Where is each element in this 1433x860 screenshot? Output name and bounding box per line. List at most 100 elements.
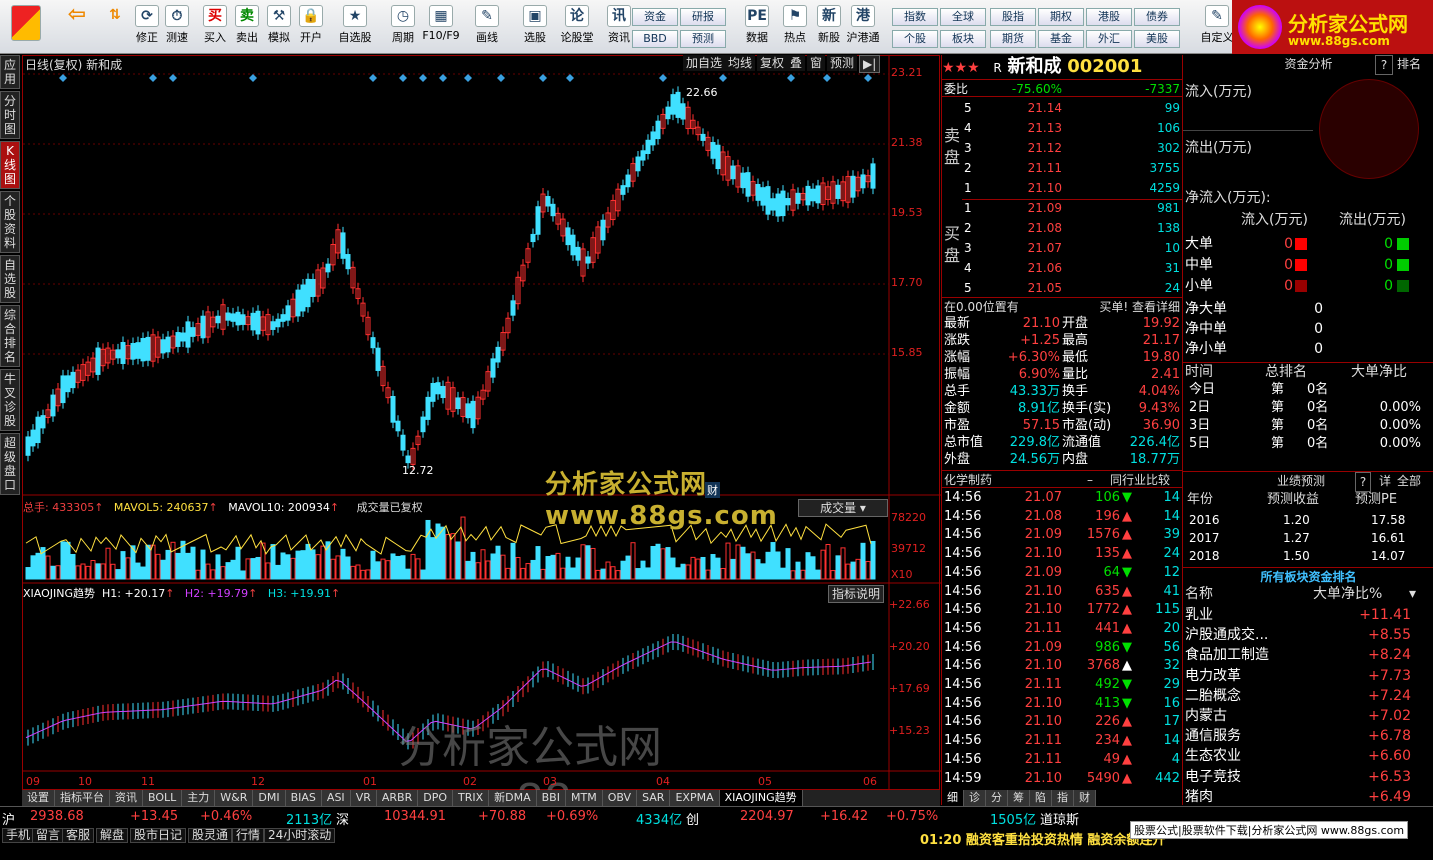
sort-icon[interactable]: ▾ (1409, 585, 1416, 603)
status-link-6[interactable]: 行情 (232, 828, 265, 843)
tab-14[interactable]: BBI (536, 790, 566, 806)
sector-row[interactable]: 猪肉 +6.49 (1183, 788, 1433, 806)
chart-btn-1[interactable]: 均线 (725, 55, 756, 71)
sector-row[interactable]: 电子竞技 +6.53 (1183, 768, 1433, 786)
chart-expand-icon[interactable]: ▶| (859, 55, 881, 73)
tab-16[interactable]: OBV (602, 790, 638, 806)
status-link-3[interactable]: 解盘 (96, 828, 129, 843)
sector-row[interactable]: 沪股通成交... +8.55 (1183, 626, 1433, 644)
chart-btn-3[interactable]: 叠 (787, 55, 806, 71)
quick-button-12[interactable]: 港股 (1086, 8, 1132, 26)
detail-tab-4[interactable]: 陷 (1030, 790, 1052, 806)
tab-15[interactable]: MTM (565, 790, 603, 806)
quick-button-8[interactable]: 股指 (990, 8, 1036, 26)
detail-tab-2[interactable]: 分 (986, 790, 1008, 806)
quick-button-5[interactable]: 个股 (892, 30, 938, 48)
quick-button-2[interactable]: 研报 (680, 8, 726, 26)
toolbar-item-10[interactable]: ▣ 选股 (514, 2, 556, 52)
quick-button-11[interactable]: 基金 (1038, 30, 1084, 48)
kline-chart-panel[interactable]: 日线(复权) 新和成 加自选 均线 复权叠窗预测 ▶| 23.21 21.38 19.53… (22, 55, 941, 826)
tab-12[interactable]: TRIX (452, 790, 490, 806)
ad-banner[interactable]: 股票公式|股票软件下载|分析家公式网 www.88gs.com (1130, 821, 1409, 839)
toolbar-item-8[interactable]: ▦ F10/F9 (420, 2, 462, 52)
volume-dropdown[interactable]: 成交量 ▾ (798, 499, 888, 517)
sidebar-item-7[interactable]: 超级盘口 (0, 433, 20, 495)
back-icon[interactable]: ⇦ (60, 2, 94, 52)
toolbar-item-16[interactable]: 港沪港通 (842, 2, 884, 52)
toolbar-item-6[interactable]: ★ 自选股 (334, 2, 376, 52)
tab-5[interactable]: W&R (215, 790, 254, 806)
toolbar-item-9[interactable]: ✎ 画线 (466, 2, 508, 52)
status-link-4[interactable]: 股市日记 (130, 828, 187, 843)
status-link-2[interactable]: 客服 (62, 828, 95, 843)
news-ticker[interactable]: 01:20 融资客重拾投资热情 融资余额连升 (920, 829, 1165, 848)
indicator-help-button[interactable]: 指标说明 (828, 585, 885, 603)
quick-button-7[interactable]: 板块 (940, 30, 986, 48)
tab-4[interactable]: 主力 (182, 790, 216, 806)
detail-tab-6[interactable]: 财 (1074, 790, 1096, 806)
status-link-1[interactable]: 留言 (32, 828, 65, 843)
sector-row[interactable]: 二胎概念 +7.24 (1183, 687, 1433, 705)
view-detail-link[interactable]: 买单! 查看详细 (1099, 298, 1180, 316)
sidebar-item-4[interactable]: 自选股 (0, 255, 20, 303)
sector-row[interactable]: 生态农业 +6.60 (1183, 747, 1433, 765)
quick-button-10[interactable]: 期权 (1038, 8, 1084, 26)
sector-row[interactable]: 乳业 +11.41 (1183, 606, 1433, 624)
sidebar-item-6[interactable]: 牛叉诊股 (0, 369, 20, 431)
sidebar-item-5[interactable]: 综合排名 (0, 305, 20, 367)
detail-tab-5[interactable]: 指 (1052, 790, 1074, 806)
updown-icon[interactable]: ⇅ (102, 2, 128, 52)
tab-8[interactable]: ASI (321, 790, 351, 806)
toolbar-item-1[interactable]: ⏱ 测速 (162, 2, 192, 52)
toolbar-item-11[interactable]: 论论股堂 (556, 2, 598, 52)
app-icon[interactable] (4, 2, 48, 52)
tab-9[interactable]: VR (350, 790, 377, 806)
tab-6[interactable]: DMI (253, 790, 286, 806)
toolbar-item-7[interactable]: ◷ 周期 (382, 2, 424, 52)
tab-13[interactable]: 新DMA (489, 790, 537, 806)
tab-17[interactable]: SAR (637, 790, 671, 806)
rank-button[interactable]: 排名 (1397, 55, 1421, 73)
toolbar-item-0[interactable]: ⟳ 修正 (132, 2, 162, 52)
quick-button-15[interactable]: 美股 (1134, 30, 1180, 48)
status-link-7[interactable]: 24小时滚动 (264, 828, 336, 843)
quick-button-1[interactable]: BBD (632, 30, 678, 48)
chart-btn-5[interactable]: 预测 (827, 55, 858, 71)
detail-tab-1[interactable]: 诊 (964, 790, 986, 806)
sector-row[interactable]: 内蒙古 +7.02 (1183, 707, 1433, 725)
tab-0[interactable]: 设置 (22, 790, 55, 806)
status-link-0[interactable]: 手机 (2, 828, 35, 843)
toolbar-item-13[interactable]: PE 数据 (736, 2, 778, 52)
tab-1[interactable]: 指标平台 (55, 790, 110, 806)
sector-row[interactable]: 食品加工制造 +8.24 (1183, 646, 1433, 664)
status-link-5[interactable]: 股灵通 (188, 828, 233, 843)
sector-row[interactable]: 通信服务 +6.78 (1183, 727, 1433, 745)
sidebar-item-3[interactable]: 个股资料 (0, 191, 20, 253)
quick-button-14[interactable]: 债券 (1134, 8, 1180, 26)
sidebar-item-0[interactable]: 应用 (0, 55, 20, 89)
quick-button-9[interactable]: 期货 (990, 30, 1036, 48)
sidebar-item-2[interactable]: K线图 (0, 141, 20, 189)
quick-button-0[interactable]: 资金 (632, 8, 678, 26)
tab-11[interactable]: DPO (418, 790, 453, 806)
sector-row[interactable]: 电力改革 +7.73 (1183, 667, 1433, 685)
chart-btn-4[interactable]: 窗 (807, 55, 826, 71)
tab-3[interactable]: BOLL (143, 790, 183, 806)
quick-button-3[interactable]: 预测 (680, 30, 726, 48)
tab-18[interactable]: EXPMA (670, 790, 720, 806)
industry-compare-button[interactable]: 同行业比较 (1110, 471, 1170, 489)
chart-btn-2[interactable]: 复权 (757, 55, 788, 71)
detail-tab-0[interactable]: 细 (942, 790, 964, 806)
toolbar-item-2[interactable]: 买买入 (200, 2, 230, 52)
toolbar-item-3[interactable]: 卖卖出 (232, 2, 262, 52)
toolbar-item-4[interactable]: ⚒ 模拟 (264, 2, 294, 52)
sidebar-item-1[interactable]: 分时图 (0, 91, 20, 139)
tab-2[interactable]: 资讯 (110, 790, 143, 806)
detail-tab-3[interactable]: 筹 (1008, 790, 1030, 806)
tab-10[interactable]: ARBR (376, 790, 419, 806)
quick-button-4[interactable]: 指数 (892, 8, 938, 26)
tab-7[interactable]: BIAS (285, 790, 322, 806)
chart-btn-0[interactable]: 加自选 (683, 55, 726, 71)
quick-button-13[interactable]: 外汇 (1086, 30, 1132, 48)
toolbar-item-5[interactable]: 🔒 开户 (296, 2, 326, 52)
